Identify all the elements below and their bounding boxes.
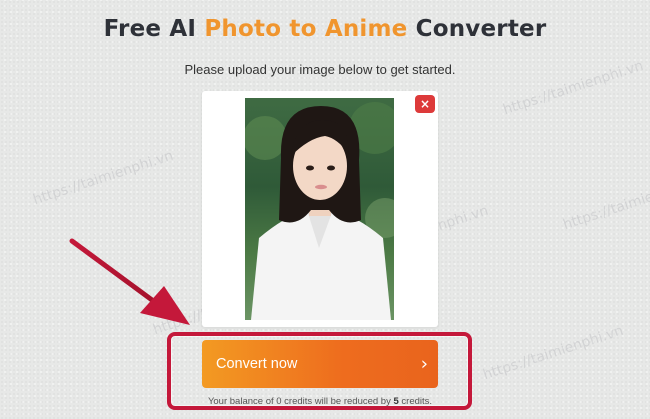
balance-suffix: credits. (398, 396, 433, 407)
watermark-text: https://taimienphi.vn (31, 147, 176, 209)
page-subtitle: Please upload your image below to get st… (184, 62, 456, 77)
watermark-text: https://taimienphi.vn (561, 172, 650, 234)
page-title: Free AI Photo to Anime Converter (0, 16, 650, 42)
remove-image-button[interactable]: × (415, 95, 435, 113)
credit-balance-note: Your balance of 0 credits will be reduce… (0, 396, 640, 407)
convert-now-button[interactable]: Convert now › (202, 340, 438, 388)
balance-prefix: Your balance of 0 credits will be reduce… (207, 396, 394, 407)
convert-button-label: Convert now (216, 356, 298, 372)
title-highlight: Photo to Anime (204, 16, 408, 42)
title-part2: Converter (407, 16, 547, 42)
title-part1: Free AI (103, 16, 205, 42)
uploaded-photo (245, 98, 394, 320)
watermark-text: https://taimienphi.vn (481, 322, 626, 384)
chevron-right-icon: › (420, 353, 428, 375)
